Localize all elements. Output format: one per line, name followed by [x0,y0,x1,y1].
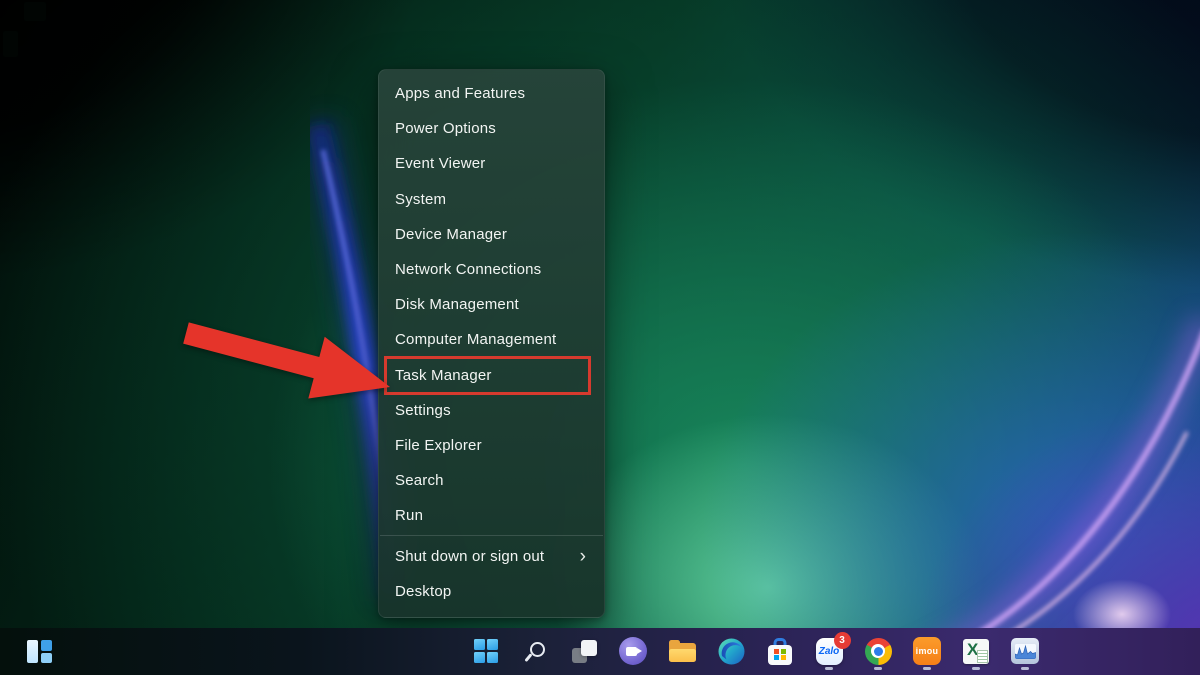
edge-browser-icon [718,638,745,665]
menu-item-desktop[interactable]: Desktop [379,574,604,609]
running-indicator [874,667,882,670]
menu-item-label: Run [395,507,423,524]
desktop-screen: Apps and Features Power Options Event Vi… [0,0,1200,675]
menu-item-label: Search [395,472,444,489]
taskbar-chat-button[interactable] [613,631,653,671]
menu-item-network-connections[interactable]: Network Connections [379,252,604,287]
notification-badge: 3 [834,632,851,649]
taskbar-edge-button[interactable] [711,631,751,671]
desktop-icon-shadow [3,31,18,57]
taskbar-zalo-button[interactable]: Zalo 3 [809,631,849,671]
taskbar-excel-button[interactable]: X [956,631,996,671]
menu-item-apps-and-features[interactable]: Apps and Features [379,76,604,111]
menu-item-label: Shut down or sign out [395,548,544,565]
taskbar-widgets-button[interactable] [16,631,62,671]
menu-item-label: Settings [395,402,451,419]
microsoft-store-icon [768,638,792,665]
chrome-browser-icon [865,638,892,665]
menu-item-label: Apps and Features [395,85,525,102]
menu-item-label: Event Viewer [395,155,486,172]
menu-item-system[interactable]: System [379,182,604,217]
menu-item-label: Desktop [395,583,451,600]
excel-icon: X [963,639,989,664]
menu-item-label: Device Manager [395,226,507,243]
menu-item-run[interactable]: Run [379,498,604,533]
annotation-arrow-icon [178,305,398,405]
taskbar-imou-button[interactable]: imou [907,631,947,671]
taskbar-microsoft-store-button[interactable] [760,631,800,671]
menu-item-label: Computer Management [395,331,556,348]
menu-item-power-options[interactable]: Power Options [379,111,604,146]
running-indicator [825,667,833,670]
zalo-icon: Zalo 3 [816,638,843,665]
taskbar-task-manager-button[interactable] [1005,631,1045,671]
taskbar-chrome-button[interactable] [858,631,898,671]
menu-item-shut-down-or-sign-out[interactable]: Shut down or sign out › [379,538,604,573]
menu-separator [380,535,603,536]
menu-item-file-explorer[interactable]: File Explorer [379,428,604,463]
menu-item-label: Network Connections [395,261,541,278]
taskbar-task-view-button[interactable] [564,631,604,671]
widgets-icon [27,640,52,663]
menu-item-label: File Explorer [395,437,482,454]
taskbar-search-button[interactable] [515,631,555,671]
menu-item-task-manager[interactable]: Task Manager [379,358,604,393]
taskbar-icon-group: Zalo 3 imou X [466,631,1045,671]
taskbar-file-explorer-button[interactable] [662,631,702,671]
menu-item-label: Disk Management [395,296,519,313]
menu-item-disk-management[interactable]: Disk Management [379,287,604,322]
windows-start-icon [474,639,498,663]
menu-item-settings[interactable]: Settings [379,393,604,428]
menu-item-search[interactable]: Search [379,463,604,498]
menu-item-label: Task Manager [395,367,492,384]
task-manager-performance-icon [1011,638,1039,664]
file-explorer-folder-icon [669,640,696,662]
menu-item-label: Power Options [395,120,496,137]
task-view-icon [572,640,597,663]
chat-camera-icon [619,637,647,665]
menu-item-event-viewer[interactable]: Event Viewer [379,146,604,181]
winx-context-menu: Apps and Features Power Options Event Vi… [378,69,605,618]
menu-item-label: System [395,191,446,208]
taskbar-start-button[interactable] [466,631,506,671]
running-indicator [923,667,931,670]
menu-item-computer-management[interactable]: Computer Management [379,322,604,357]
chevron-right-icon: › [580,547,586,566]
menu-item-device-manager[interactable]: Device Manager [379,217,604,252]
search-icon [530,642,545,657]
running-indicator [1021,667,1029,670]
desktop-icon-shadow [24,2,46,21]
taskbar: Zalo 3 imou X [0,628,1200,675]
imou-icon: imou [913,637,941,665]
running-indicator [972,667,980,670]
